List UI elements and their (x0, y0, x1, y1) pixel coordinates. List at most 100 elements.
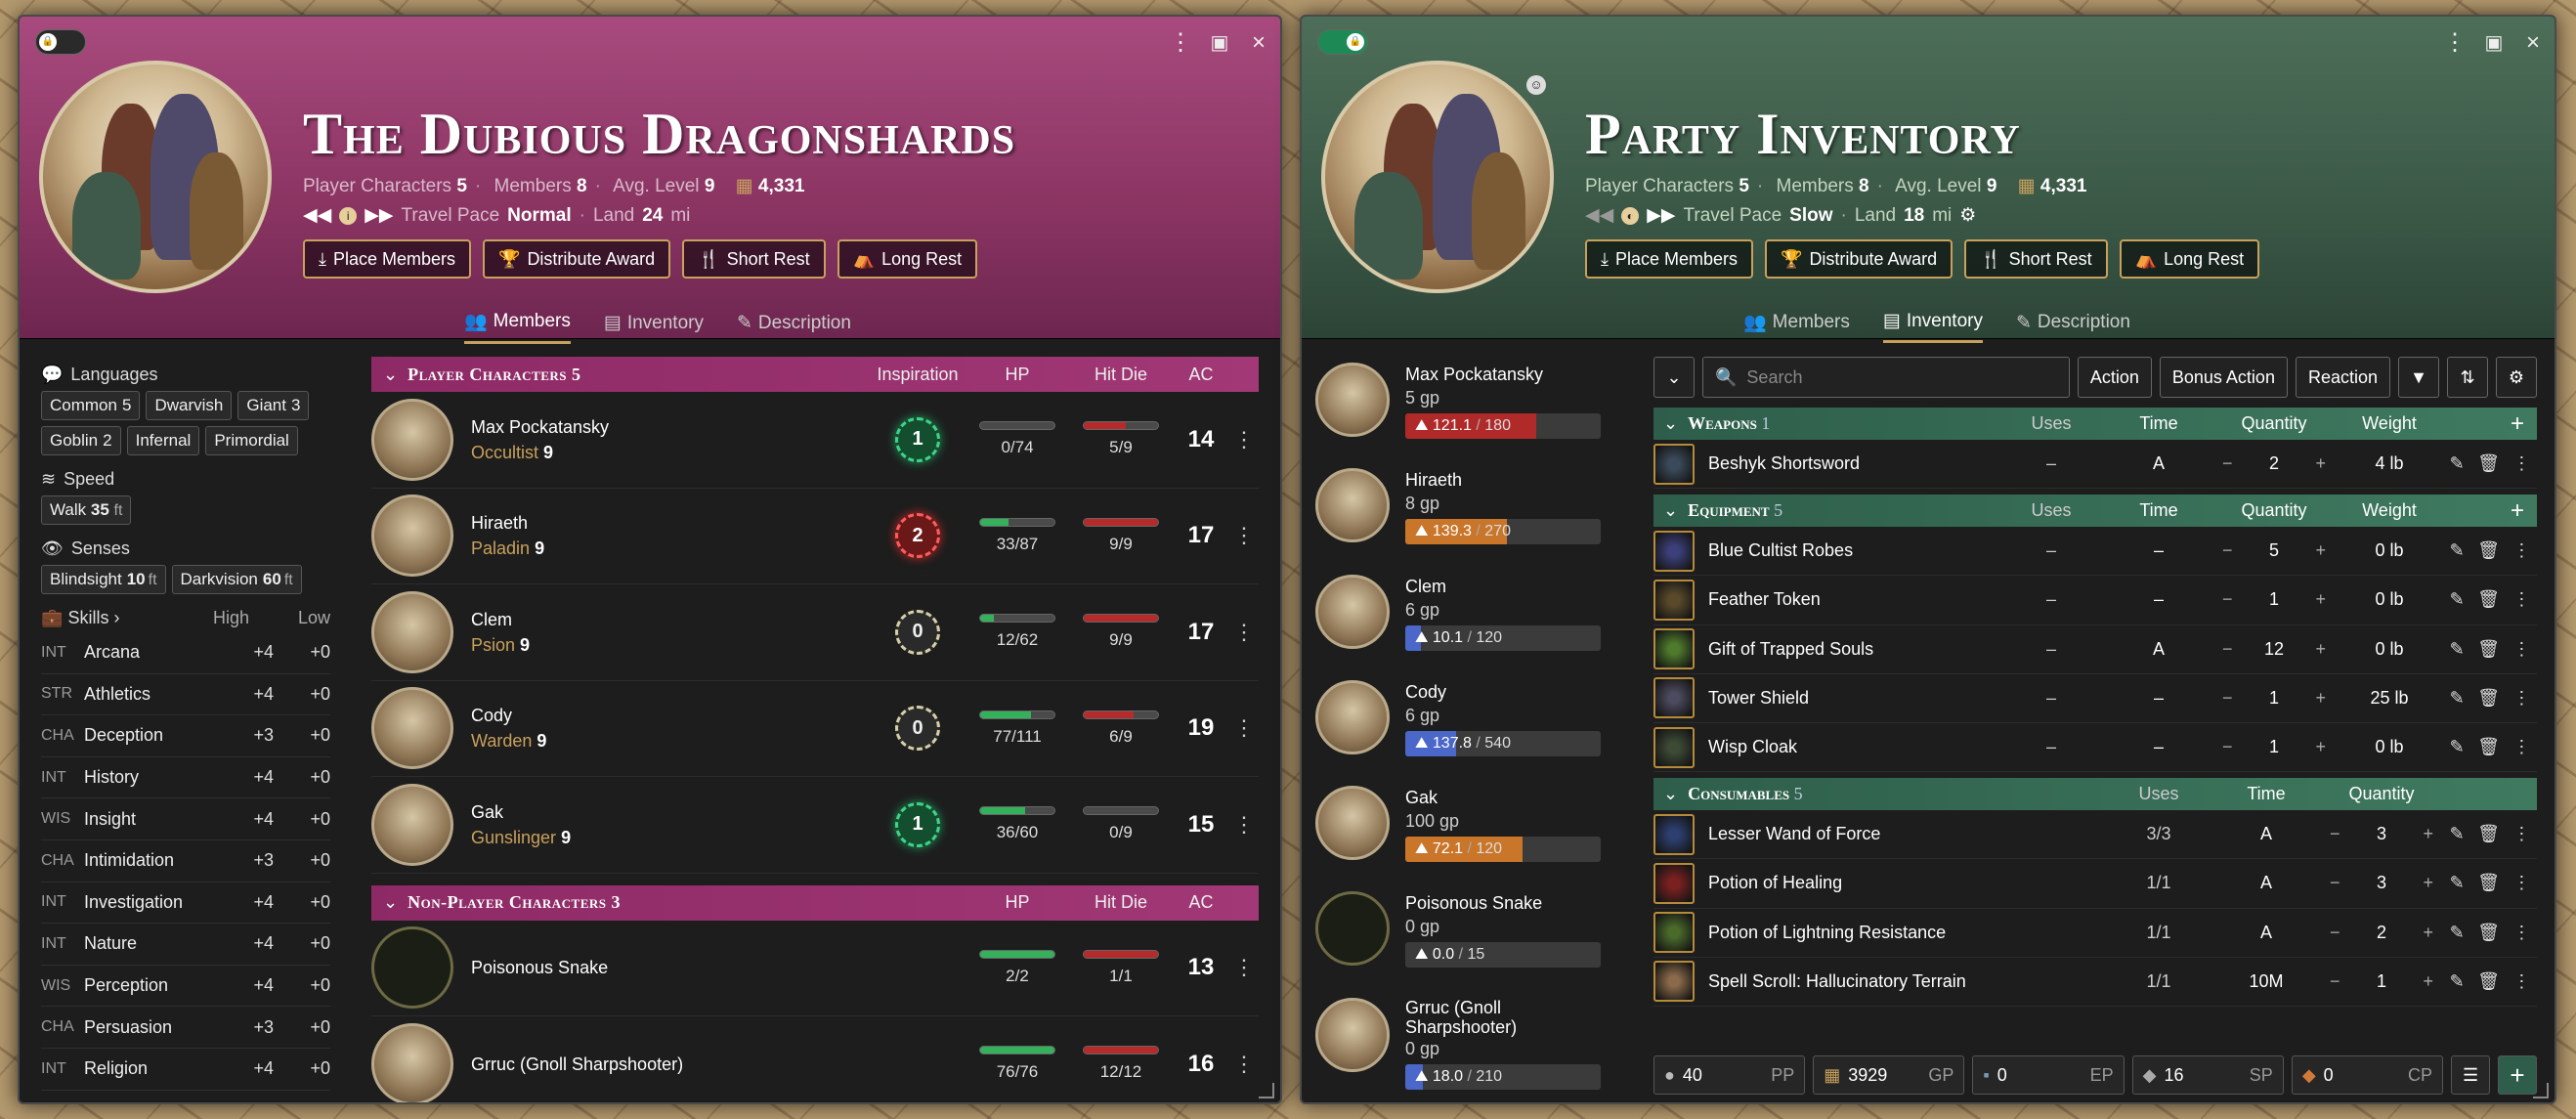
row-menu-icon[interactable]: ⋮ (1229, 812, 1259, 838)
row-menu-icon[interactable]: ⋮ (1229, 620, 1259, 645)
increase-button[interactable]: + (2423, 873, 2433, 893)
quantity-value[interactable]: 1 (2269, 688, 2279, 709)
item-icon[interactable] (1653, 579, 1695, 621)
skill-row[interactable]: STR Athletics +4 +0 (41, 674, 330, 716)
edit-icon[interactable]: ✎ (2450, 688, 2465, 709)
decrease-button[interactable]: − (2222, 453, 2233, 474)
lock-toggle[interactable]: 🔒 (35, 29, 86, 55)
place-members-button[interactable]: ⤓ Place Members (1585, 239, 1754, 279)
trash-icon[interactable]: 🗑 (2477, 971, 2500, 992)
short-rest-button[interactable]: 🍴 Short Rest (1964, 239, 2108, 279)
currency-cp[interactable]: ◆ 0 CP (2291, 1055, 2444, 1095)
member-portrait[interactable] (1315, 997, 1390, 1072)
search-input[interactable]: 🔍 Search (1702, 357, 2070, 398)
trash-icon[interactable]: 🗑 (2477, 589, 2500, 610)
skill-row[interactable]: WIS Insight +4 +0 (41, 798, 330, 840)
party-avatar[interactable] (1321, 61, 1554, 293)
row-menu-icon[interactable]: ⋮ (1229, 427, 1259, 452)
item-icon[interactable] (1653, 443, 1695, 485)
faster-pace-icon[interactable]: ▶▶ (365, 204, 393, 227)
add-currency-button[interactable]: + (2498, 1055, 2538, 1095)
skill-row[interactable]: INT Religion +4 +0 (41, 1049, 330, 1091)
long-rest-button[interactable]: ⛺ Long Rest (837, 239, 978, 279)
distribute-award-button[interactable]: 🏆 Distribute Award (1765, 239, 1953, 279)
inventory-item-row[interactable]: Beshyk Shortsword – A − 2 +4 lb ✎ 🗑 ⋮ (1653, 440, 2537, 490)
member-row[interactable]: Gak Gunslinger 9 1 36/60 0/9 15 ⋮ (371, 777, 1259, 874)
place-members-button[interactable]: ⤓ Place Members (303, 239, 472, 279)
member-item[interactable]: Grruc (Gnoll Sharpshooter) 0 gp ⛰ 18.0 / 2… (1315, 986, 1610, 1092)
member-portrait[interactable] (1315, 574, 1390, 649)
edit-icon[interactable]: ✎ (2450, 453, 2465, 474)
member-item[interactable]: Cody 6 gp ⛰ 137.8 / 540 (1315, 668, 1610, 774)
tab-description[interactable]: ✎ Description (737, 310, 851, 344)
item-icon[interactable] (1653, 862, 1695, 904)
member-portrait[interactable] (1315, 363, 1390, 437)
distribute-award-button[interactable]: 🏆 Distribute Award (483, 239, 671, 279)
filter-action-button[interactable]: Action (2077, 357, 2152, 398)
edit-icon[interactable]: ✎ (2450, 873, 2465, 893)
edit-icon[interactable]: ✎ (2450, 540, 2465, 561)
close-icon[interactable]: × (2519, 30, 2547, 58)
inspiration-badge[interactable]: 0 (895, 706, 940, 752)
row-menu-icon[interactable]: ⋮ (1229, 1052, 1259, 1077)
increase-button[interactable]: + (2423, 923, 2433, 943)
item-name[interactable]: Spell Scroll: Hallucinatory Terrain (1708, 971, 2105, 992)
kebab-menu-icon[interactable]: ⋮ (2512, 971, 2530, 992)
currency-stack-button[interactable]: ☰ (2451, 1055, 2491, 1095)
currency-ep[interactable]: ▪ 0 EP (1972, 1055, 2125, 1095)
resize-handle[interactable] (2533, 1083, 2549, 1098)
pc-section-header[interactable]: ⌄ Player Characters 5 Inspiration HP Hit… (371, 357, 1259, 392)
add-item-icon[interactable]: + (2498, 410, 2537, 438)
inventory-item-row[interactable]: Spell Scroll: Hallucinatory Terrain 1/1 10… (1653, 958, 2537, 1007)
member-item[interactable]: Clem 6 gp ⛰ 10.1 / 120 (1315, 563, 1610, 668)
member-row[interactable]: Clem Psion 9 0 12/62 9/9 17 ⋮ (371, 584, 1259, 681)
skill-row[interactable]: CHA Persuasion +3 +0 (41, 1007, 330, 1049)
filter-bonus-action-button[interactable]: Bonus Action (2159, 357, 2288, 398)
currency-value[interactable]: 3929 (1848, 1065, 1887, 1086)
inspiration-badge[interactable]: 1 (895, 801, 940, 847)
inventory-item-row[interactable]: Blue Cultist Robes – – − 5 +0 lb ✎ 🗑 ⋮ (1653, 527, 2537, 577)
lock-toggle[interactable]: 🔒 (1317, 29, 1368, 55)
item-name[interactable]: Blue Cultist Robes (1708, 540, 1997, 561)
user-icon[interactable]: ☺ (1526, 75, 1546, 95)
trash-icon[interactable]: 🗑 (2477, 923, 2500, 943)
kebab-menu-icon[interactable]: ⋮ (2512, 589, 2530, 610)
tab-members[interactable]: 👥 Members (1743, 310, 1850, 343)
skill-row[interactable]: INT Investigation +4 +0 (41, 882, 330, 925)
skill-row[interactable]: WIS Perception +4 +0 (41, 966, 330, 1008)
inventory-section-header[interactable]: ⌄ Weapons 1 Uses Time Quantity Weight + (1653, 408, 2537, 440)
quantity-value[interactable]: 1 (2269, 589, 2279, 610)
tab-description[interactable]: ✎ Description (2016, 310, 2130, 343)
member-item[interactable]: Max Pockatansky 5 gp ⛰ 121.1 / 180 (1315, 351, 1610, 456)
member-portrait[interactable] (1315, 468, 1390, 543)
item-icon[interactable] (1653, 813, 1695, 855)
member-portrait[interactable] (1315, 679, 1390, 754)
skill-row[interactable]: INT History +4 +0 (41, 757, 330, 799)
item-name[interactable]: Feather Token (1708, 589, 1997, 610)
kebab-menu-icon[interactable]: ⋮ (2512, 688, 2530, 709)
tab-members[interactable]: 👥 Members (464, 310, 571, 344)
item-icon[interactable] (1653, 677, 1695, 719)
currency-value[interactable]: 40 (1683, 1065, 1702, 1086)
member-item[interactable]: Hiraeth 8 gp ⛰ 139.3 / 270 (1315, 456, 1610, 562)
currency-sp[interactable]: ◆ 16 SP (2131, 1055, 2284, 1095)
decrease-button[interactable]: − (2330, 971, 2340, 992)
settings-button[interactable]: ⚙ (2496, 357, 2537, 398)
trash-icon[interactable]: 🗑 (2477, 453, 2500, 474)
close-icon[interactable]: × (1245, 30, 1272, 58)
member-portrait[interactable] (371, 926, 453, 1010)
inventory-item-row[interactable]: Wisp Cloak – – − 1 +0 lb ✎ 🗑 ⋮ (1653, 723, 2537, 773)
kebab-menu-icon[interactable]: ⋮ (2512, 923, 2530, 943)
trash-icon[interactable]: 🗑 (2477, 639, 2500, 660)
member-row[interactable]: Cody Warden 9 0 77/111 6/9 19 ⋮ (371, 681, 1259, 777)
currency-value[interactable]: 0 (2324, 1065, 2334, 1086)
menu-icon[interactable]: ⋮ (2441, 30, 2469, 58)
inspiration-badge[interactable]: 1 (895, 416, 940, 462)
kebab-menu-icon[interactable]: ⋮ (2512, 873, 2530, 893)
currency-gp[interactable]: ▦ 3929 GP (1813, 1055, 1965, 1095)
increase-button[interactable]: + (2315, 688, 2326, 709)
currency-pp[interactable]: ● 40 PP (1653, 1055, 1806, 1095)
decrease-button[interactable]: − (2222, 540, 2233, 561)
item-name[interactable]: Wisp Cloak (1708, 737, 1997, 757)
decrease-button[interactable]: − (2222, 639, 2233, 660)
